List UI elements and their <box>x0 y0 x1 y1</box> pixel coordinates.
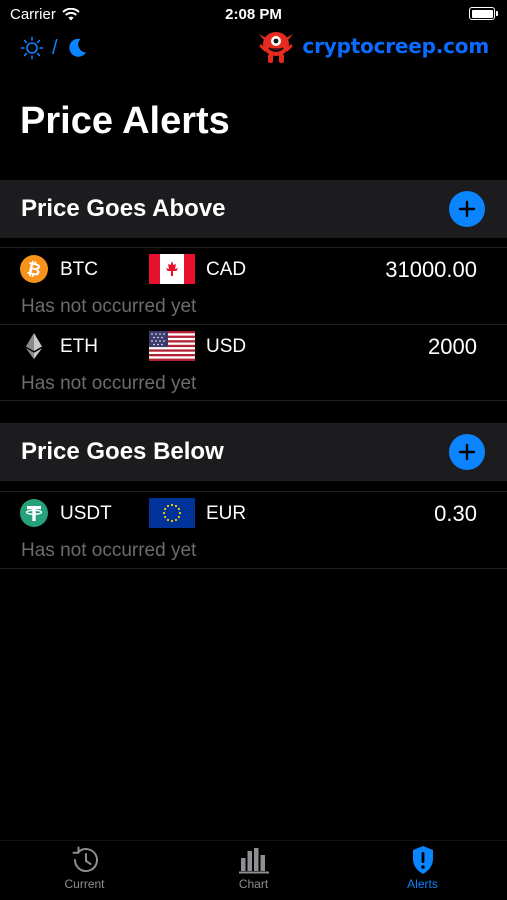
section-header-above: Price Goes Above <box>0 180 507 238</box>
tab-alerts[interactable]: Alerts <box>338 841 507 900</box>
tab-chart[interactable]: Chart <box>169 841 338 900</box>
alert-price: 2000 <box>428 334 477 359</box>
fiat-symbol: USD <box>206 336 247 357</box>
alert-price: 0.30 <box>434 501 477 526</box>
page-title: Price Alerts <box>20 100 230 142</box>
site-logo: cryptocreep.com <box>256 26 489 66</box>
tab-label: Alerts <box>407 877 438 891</box>
add-alert-below-button[interactable] <box>449 434 485 470</box>
section-title: Price Goes Above <box>21 195 226 222</box>
fiat-symbol: EUR <box>206 503 247 524</box>
tab-label: Chart <box>238 877 269 891</box>
divider <box>0 400 507 401</box>
theme-toggle: / <box>20 36 88 60</box>
alert-status: Has not occurred yet <box>21 373 197 394</box>
divider <box>0 568 507 569</box>
battery-fill <box>471 9 493 18</box>
sun-icon[interactable] <box>20 36 44 60</box>
plus-icon <box>458 200 476 218</box>
add-alert-above-button[interactable] <box>449 191 485 227</box>
tab-current[interactable]: Current <box>0 841 169 900</box>
section-title: Price Goes Below <box>21 438 224 465</box>
alert-status: Has not occurred yet <box>21 296 197 317</box>
tab-label: Current <box>64 877 105 891</box>
monster-mascot-icon <box>259 32 294 63</box>
canada-flag <box>149 254 195 284</box>
coin-symbol: USDT <box>60 503 112 524</box>
battery-icon <box>469 7 498 20</box>
coin-symbol: ETH <box>60 336 98 357</box>
status-time: 2:08 PM <box>225 6 282 23</box>
tether-icon <box>20 499 48 527</box>
section-header-below: Price Goes Below <box>0 423 507 481</box>
bitcoin-icon: ₿ <box>20 255 48 283</box>
moon-icon[interactable] <box>66 37 88 59</box>
alert-row-eth[interactable]: ETH USD 2000 Has not occurred yet <box>0 324 507 401</box>
logo-text: cryptocreep.com <box>302 34 489 58</box>
tab-bar: Current Chart Alerts <box>0 840 507 900</box>
coin-symbol: BTC <box>60 259 98 280</box>
alert-status: Has not occurred yet <box>21 540 197 561</box>
shield-alert-icon <box>412 846 433 874</box>
fiat-symbol: CAD <box>206 259 247 280</box>
plus-icon <box>458 443 476 461</box>
status-bar: Carrier 2:08 PM <box>0 0 507 28</box>
theme-separator: / <box>52 36 58 59</box>
alert-price: 31000.00 <box>385 257 477 282</box>
alert-row-btc[interactable]: ₿ BTC CAD 31000.00 Has not occurred yet <box>0 247 507 324</box>
eu-flag <box>149 498 195 528</box>
alert-row-usdt[interactable]: USDT EUR 0.30 Has not occurred yet <box>0 491 507 568</box>
ethereum-icon <box>26 333 42 359</box>
usa-flag <box>149 331 195 361</box>
history-icon <box>72 846 98 873</box>
bar-chart-icon <box>238 848 269 874</box>
